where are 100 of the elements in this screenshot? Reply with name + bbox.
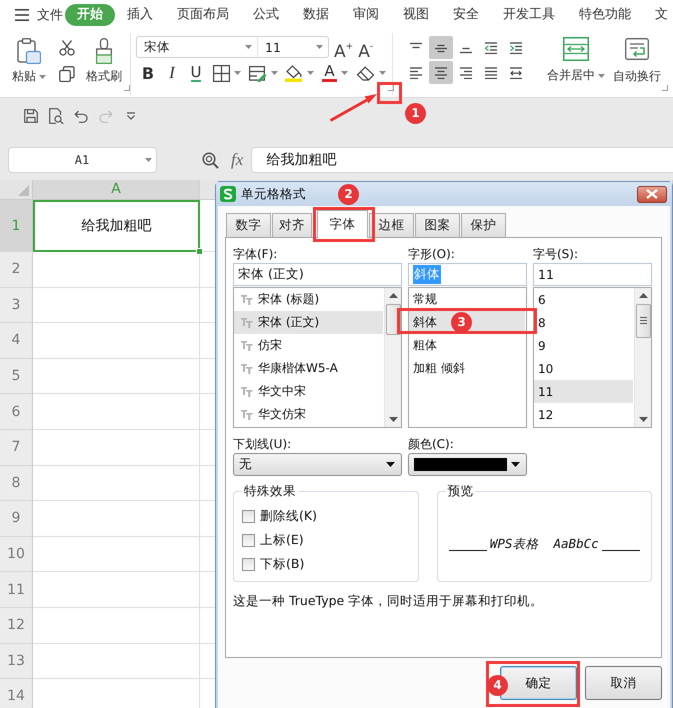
list-item[interactable]: 宋体 (标题) (234, 288, 384, 311)
underline-dropdown[interactable]: 无 (233, 453, 402, 476)
font-name-field[interactable]: 宋体 (正文) (233, 263, 402, 286)
list-item[interactable]: 宋体 (正文) (234, 311, 383, 334)
sheet-cell[interactable] (33, 323, 200, 359)
sheet-cell[interactable] (33, 394, 200, 430)
sheet-cell[interactable] (33, 358, 200, 394)
insert-function-button[interactable]: fx (231, 150, 244, 170)
cancel-button[interactable]: 取消 (585, 666, 662, 700)
wrap-text-button[interactable]: 自动换行 (612, 33, 662, 95)
list-item[interactable]: 10 (534, 357, 634, 380)
formula-field[interactable]: 给我加粗吧 (251, 147, 673, 173)
list-item[interactable]: 12 (534, 403, 634, 426)
underline-button[interactable]: U (184, 62, 208, 84)
scroll-down-icon[interactable] (388, 417, 398, 422)
row-header[interactable]: 10 (0, 536, 33, 572)
scrollbar[interactable] (384, 288, 401, 427)
list-item[interactable]: 华文中宋 (234, 380, 384, 403)
zoom-search-icon[interactable] (202, 152, 219, 168)
ribbon-tab[interactable]: 公式 (241, 4, 291, 26)
align-center-button[interactable] (429, 61, 453, 84)
ribbon-tab[interactable]: 数据 (291, 4, 341, 26)
name-box[interactable]: A1 (8, 147, 157, 173)
scroll-up-icon[interactable] (638, 293, 648, 298)
close-button[interactable] (637, 186, 667, 202)
row-header[interactable]: 13 (0, 644, 33, 680)
sheet-cell[interactable] (33, 572, 200, 608)
row-header[interactable]: 9 (0, 501, 33, 537)
dialog-launcher-icon[interactable] (124, 85, 130, 91)
sheet-cell[interactable] (33, 536, 200, 572)
borders-button[interactable] (210, 62, 244, 84)
sheet-cell[interactable] (33, 252, 200, 288)
ribbon-tab[interactable]: 安全 (441, 4, 491, 26)
row-header[interactable]: 12 (0, 608, 33, 644)
font-name-field[interactable]: 宋体 (136, 36, 258, 58)
dialog-launcher-icon[interactable] (662, 85, 668, 91)
row-header[interactable]: 2 (0, 252, 33, 288)
list-item[interactable]: 8 (534, 311, 634, 334)
checkbox[interactable] (242, 558, 255, 570)
sheet-cell[interactable] (33, 288, 200, 324)
list-item[interactable]: 华康楷体W5-A (234, 357, 384, 380)
format-painter-button[interactable]: 格式刷 (84, 33, 124, 95)
row-header[interactable]: 8 (0, 466, 33, 502)
align-middle-button[interactable] (429, 36, 453, 59)
checkbox[interactable] (242, 534, 255, 546)
dialog-tab[interactable]: 边框 (369, 213, 414, 237)
bold-button[interactable]: B (136, 62, 160, 84)
dialog-tab[interactable]: 数字 (226, 213, 271, 237)
dialog-tab[interactable]: 对齐 (272, 213, 312, 237)
scrollbar-thumb[interactable] (636, 304, 650, 338)
list-item[interactable]: 粗体 (409, 334, 526, 357)
scrollbar[interactable] (634, 288, 651, 427)
merge-center-button[interactable]: 合并居中 (546, 33, 606, 95)
ribbon-tab[interactable]: 视图 (391, 4, 441, 26)
checkbox[interactable] (242, 510, 255, 522)
sheet-cell[interactable] (33, 430, 200, 466)
ribbon-tab[interactable]: 审阅 (341, 4, 391, 26)
dialog-tab[interactable]: 图案 (415, 213, 460, 237)
color-dropdown[interactable] (408, 453, 527, 476)
ribbon-tab[interactable]: 页面布局 (165, 4, 241, 26)
dialog-tab[interactable]: 保护 (461, 213, 506, 237)
sheet-cell[interactable]: 给我加粗吧 (33, 200, 200, 252)
ribbon-tab[interactable]: 文 (643, 4, 673, 26)
row-header[interactable]: 7 (0, 430, 33, 466)
file-menu[interactable]: 文件 (0, 3, 63, 27)
font-size-field[interactable]: 11 (533, 263, 652, 286)
list-item[interactable]: 11 (534, 380, 633, 403)
row-header[interactable]: 11 (0, 572, 33, 608)
list-item[interactable]: 常规 (409, 288, 526, 311)
ribbon-tab[interactable]: 开发工具 (491, 4, 567, 26)
dialog-launcher-icon[interactable] (388, 85, 394, 91)
decrease-font-button[interactable]: A$^{-}$ (358, 36, 374, 58)
list-item[interactable]: 6 (534, 288, 634, 311)
font-size-field[interactable]: 11 (257, 36, 329, 58)
checkbox-label[interactable]: 删除线(K) (260, 508, 317, 524)
scroll-up-icon[interactable] (388, 293, 398, 298)
increase-font-button[interactable]: A$^{+}$ (334, 36, 354, 58)
list-item[interactable]: 仿宋 (234, 334, 384, 357)
ribbon-tab[interactable]: 插入 (115, 4, 165, 26)
row-header[interactable]: 5 (0, 358, 33, 394)
row-header[interactable]: 4 (0, 323, 33, 359)
row-header[interactable]: 14 (0, 679, 33, 708)
scroll-down-icon[interactable] (638, 417, 648, 422)
list-item[interactable]: 华文仿宋 (234, 403, 384, 426)
font-color-button[interactable]: A (318, 62, 352, 84)
checkbox-label[interactable]: 下标(B) (260, 556, 304, 572)
ribbon-tab[interactable]: 特色功能 (567, 4, 643, 26)
row-header[interactable]: 6 (0, 394, 33, 430)
list-item[interactable]: 加粗 倾斜 (409, 357, 526, 380)
sheet-cell[interactable] (33, 501, 200, 537)
sheet-cell[interactable] (33, 608, 200, 644)
ok-button[interactable]: 确定 (500, 666, 577, 700)
sheet-cell[interactable] (33, 466, 200, 502)
italic-button[interactable]: I (160, 62, 184, 84)
fill-handle[interactable] (196, 248, 203, 255)
dialog-tab[interactable]: 字体 (317, 210, 368, 238)
sheet-cell[interactable] (33, 644, 200, 680)
checkbox-label[interactable]: 上标(E) (260, 532, 304, 548)
row-header[interactable]: 3 (0, 288, 33, 324)
list-item[interactable]: 9 (534, 334, 634, 357)
